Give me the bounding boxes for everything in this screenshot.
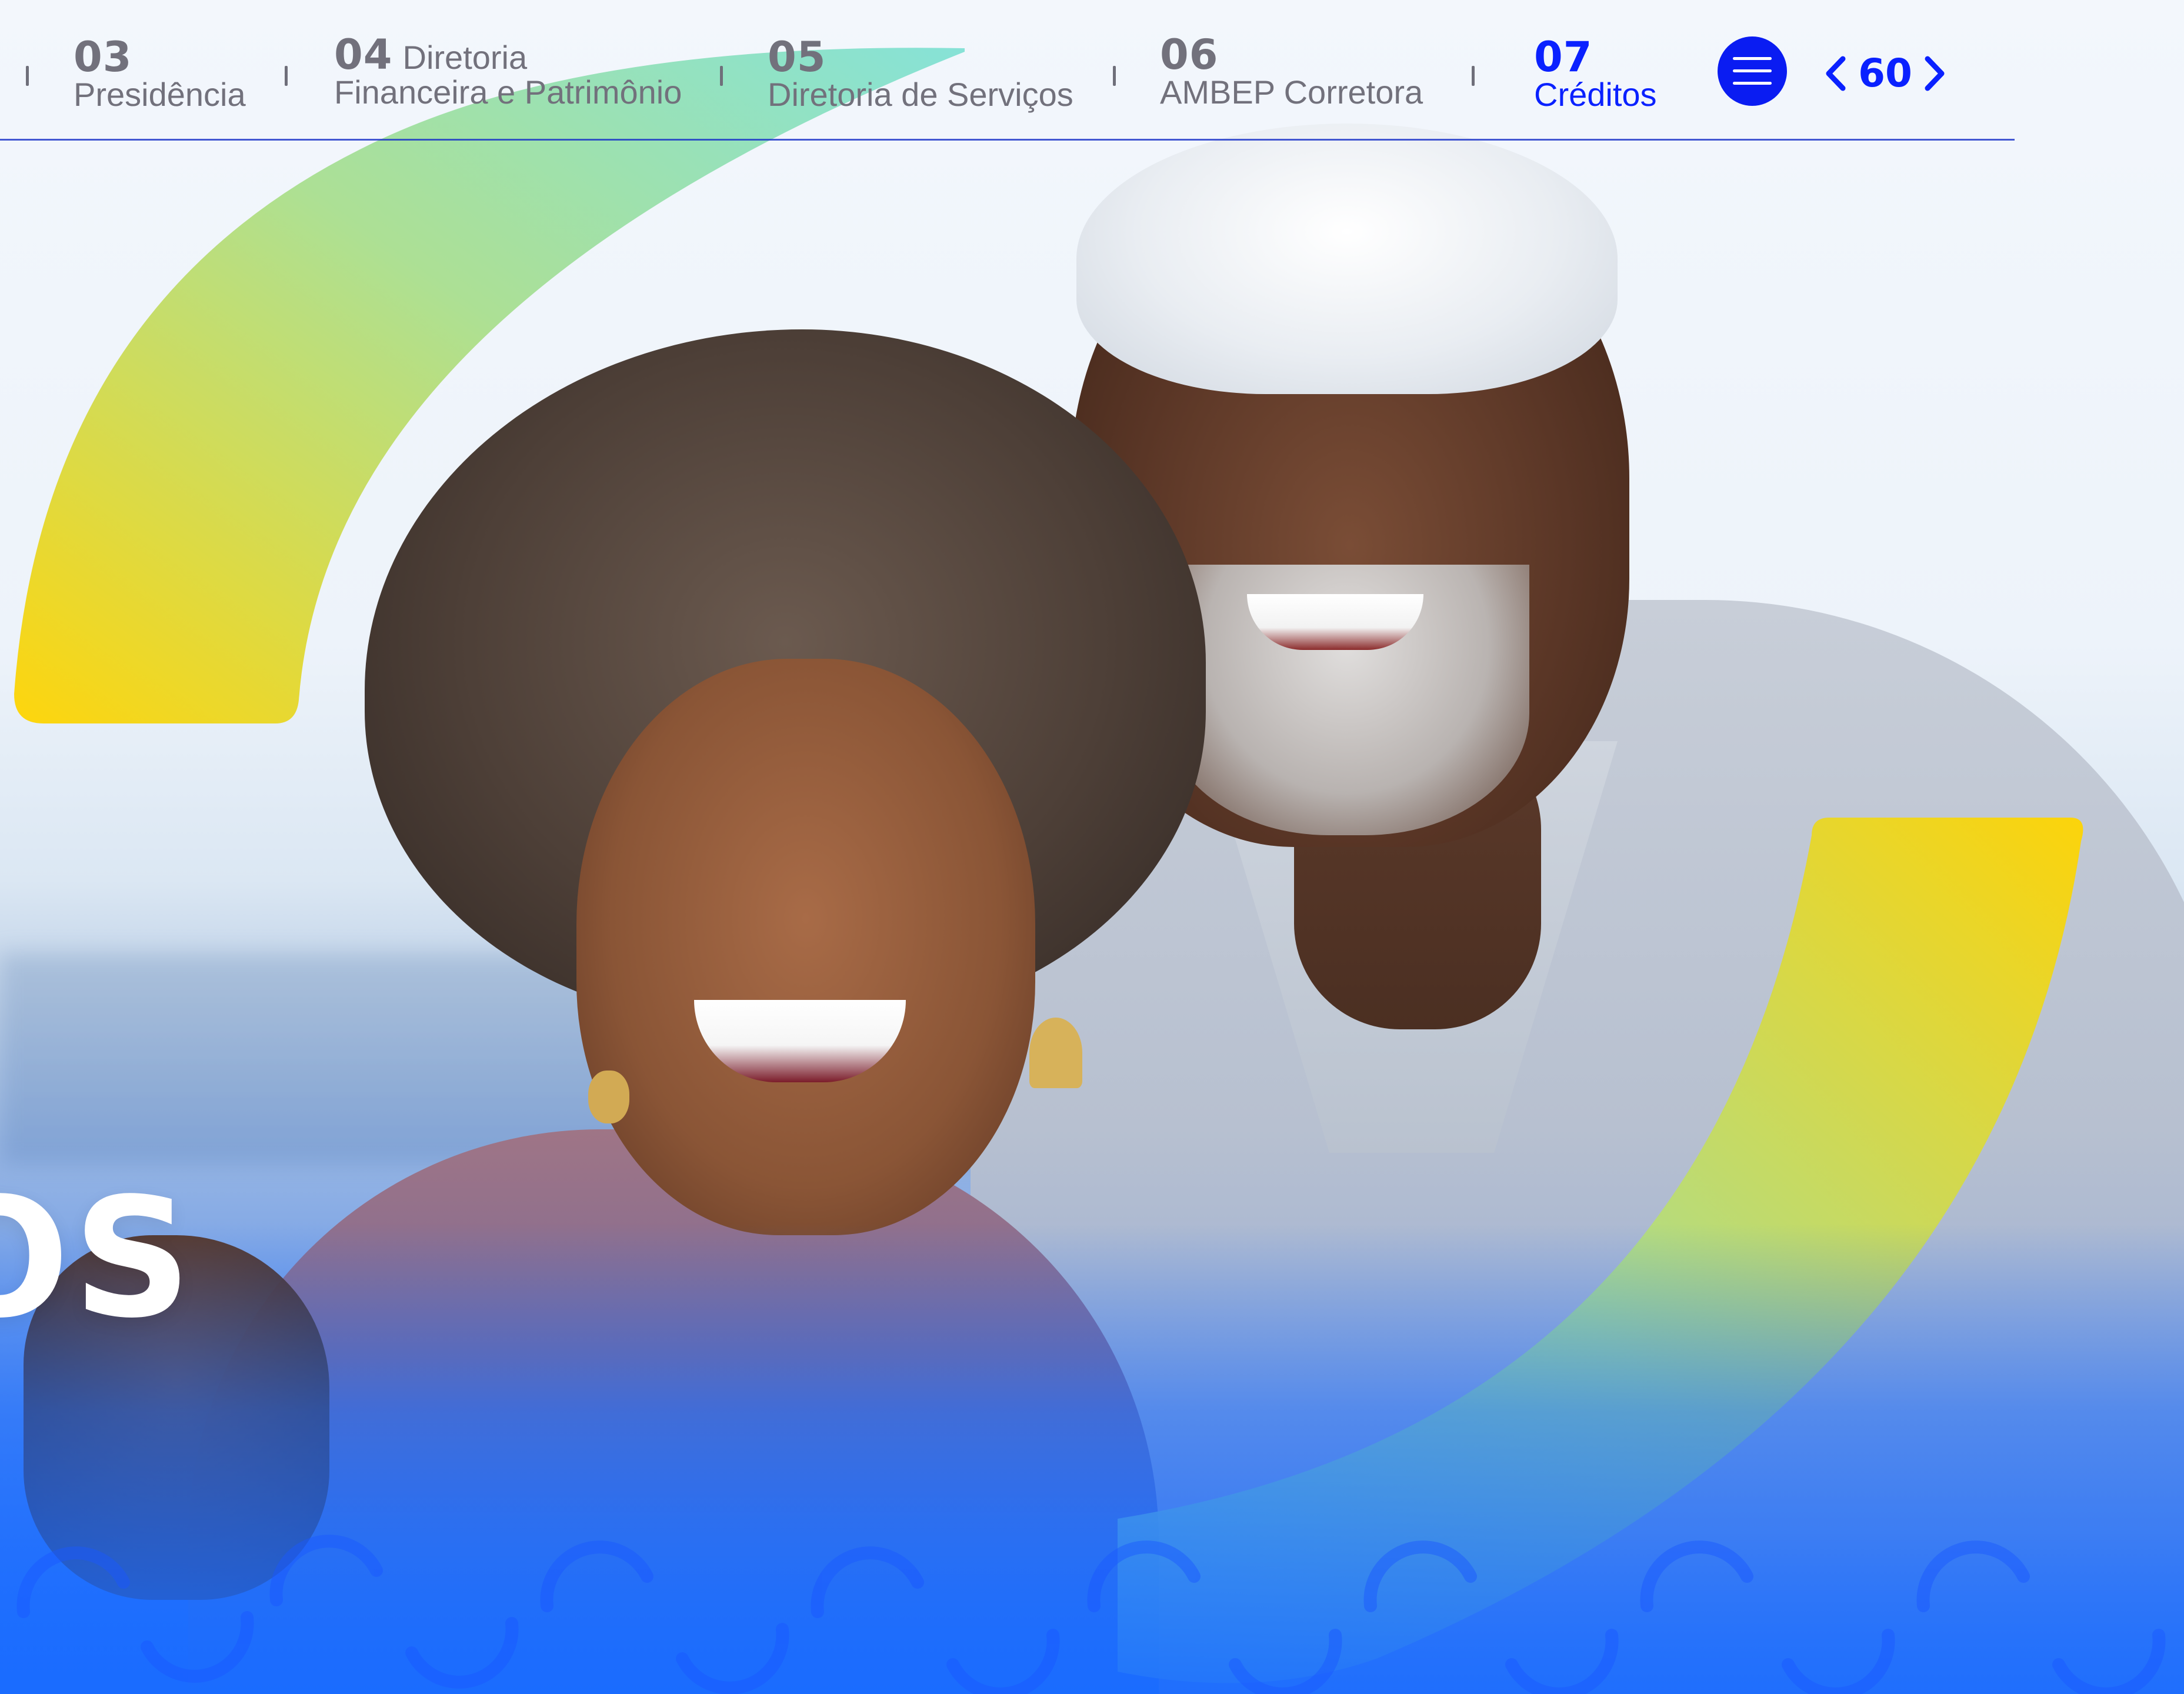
nav-separator [285,66,288,86]
nav-separator [720,66,723,86]
page: OS 03 Presidência 04 Diretoria Financeir… [0,0,2184,1694]
top-navigation: 03 Presidência 04 Diretoria Financeira e… [0,0,2184,144]
nav-item-number: 04 [334,31,393,79]
pager: 60 [1818,41,1953,106]
man-hair [1076,124,1618,394]
nav-item-label-line1: Diretoria [402,39,528,76]
nav-item-label: Créditos [1534,76,1657,113]
decor-pattern-arcs [16,1535,2166,1694]
nav-item-presidencia[interactable]: 03 Presidência [74,36,246,112]
pager-prev-button[interactable] [1818,49,1853,98]
nav-item-ambep-corretora[interactable]: 06 AMBEP Corretora [1160,34,1423,110]
menu-button[interactable] [1718,36,1787,106]
chevron-left-icon [1826,56,1846,91]
nav-separator [26,66,29,86]
header-divider [0,139,2015,141]
man-smile [1247,594,1423,650]
hamburger-icon [1733,57,1772,85]
nav-item-number: 06 [1160,31,1219,79]
chevron-right-icon [1925,56,1945,91]
nav-item-financeira-patrimonio[interactable]: 04 Diretoria Financeira e Patrimônio [334,34,682,110]
hero-big-word: OS [0,1163,195,1355]
nav-item-label-line2: Financeira e Patrimônio [334,74,682,111]
nav-item-label: AMBEP Corretora [1160,74,1423,111]
nav-item-number: 03 [74,33,132,81]
nav-separator [1113,66,1116,86]
page-number: 60 [1858,51,1912,96]
nav-item-creditos[interactable]: 07 Créditos [1534,36,1657,112]
pager-next-button[interactable] [1918,49,1953,98]
earring-left [588,1071,629,1123]
nav-item-diretoria-servicos[interactable]: 05 Diretoria de Serviços [768,36,1073,112]
nav-item-label: Diretoria de Serviços [768,76,1073,113]
nav-separator [1472,66,1475,86]
nav-item-number: 05 [768,33,826,81]
nav-item-label: Presidência [74,76,246,113]
nav-item-number: 07 [1534,33,1593,81]
